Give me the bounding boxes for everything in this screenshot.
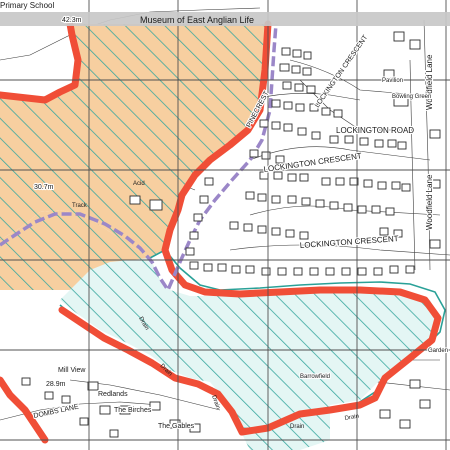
label-mill-view: Mill View xyxy=(58,367,86,374)
label-spot-height-top: 42.3m xyxy=(62,17,82,24)
label-lockington-road: LOCKINGTON ROAD xyxy=(336,126,414,135)
label-the-birches: The Birches xyxy=(114,407,152,414)
label-primary-school: Primary School xyxy=(0,1,54,10)
banner-label: Museum of East Anglian Life xyxy=(140,15,254,25)
label-redlands: Redlands xyxy=(98,391,128,398)
label-drain-4: Drain xyxy=(290,424,304,430)
label-barrowfield: Barrowfield xyxy=(300,374,330,380)
label-garden: Garden xyxy=(428,348,448,354)
ordnance-map[interactable]: Museum of East Anglian Life Primary Scho… xyxy=(0,0,450,450)
label-track: Track xyxy=(72,203,88,209)
label-bowling-green: Bowling Green xyxy=(392,94,431,100)
label-pavilion: Pavilion xyxy=(382,78,403,84)
label-woodfield-lane: Woodfield Lane xyxy=(425,54,434,110)
label-woodfield-lane-south: Woodfield Lane xyxy=(425,174,434,230)
label-spot-height-bottom: 28.9m xyxy=(46,381,66,388)
label-the-gables: The Gables xyxy=(158,423,195,430)
label-spot-height-left: 30.7m xyxy=(34,184,54,191)
label-acid: Acid xyxy=(133,181,145,187)
